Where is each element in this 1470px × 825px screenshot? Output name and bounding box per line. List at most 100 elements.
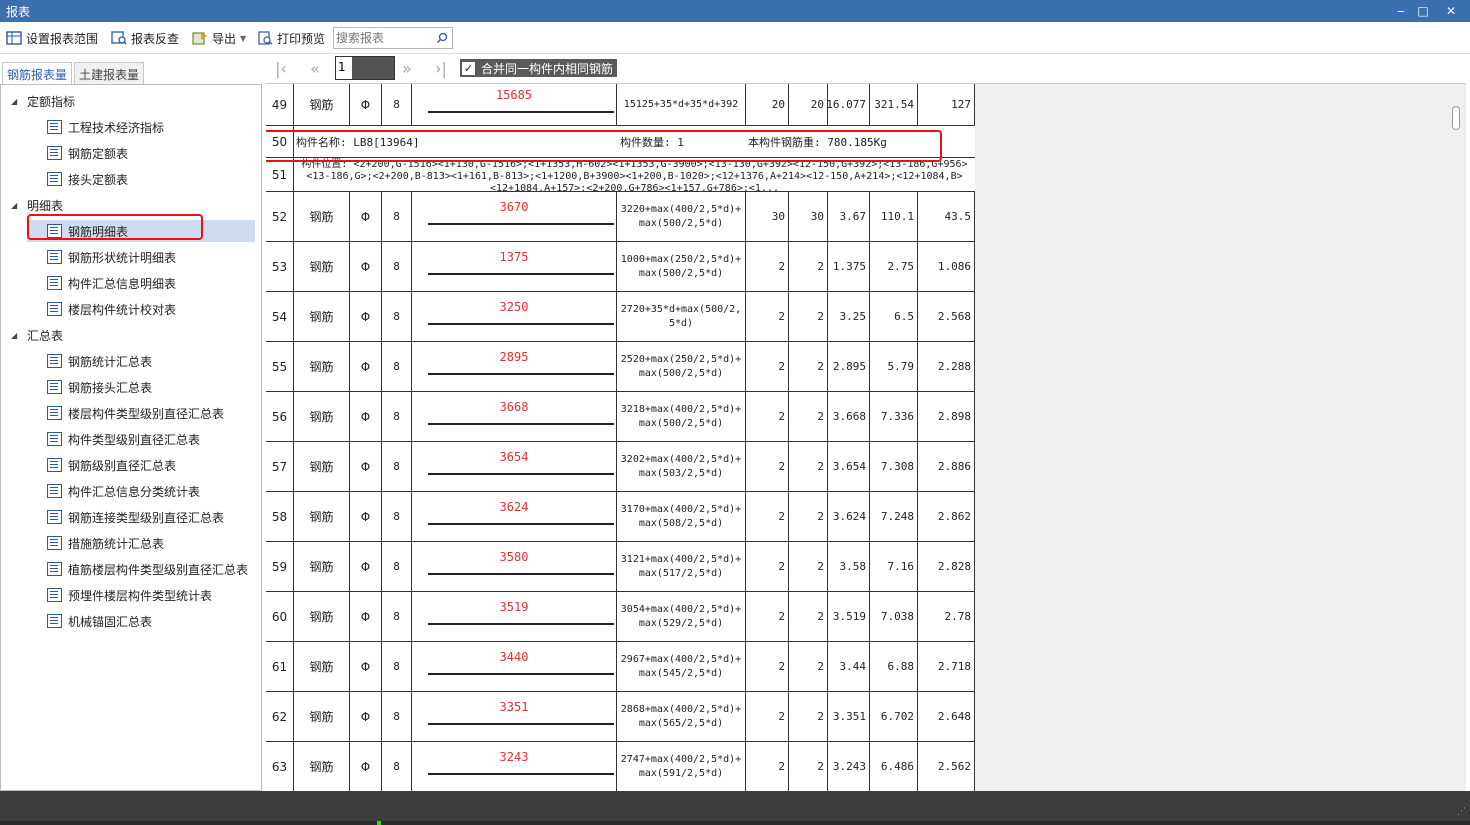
cell-dia: 8 bbox=[382, 492, 412, 541]
cell-w3: 127 bbox=[918, 84, 975, 125]
search-icon[interactable] bbox=[436, 31, 448, 45]
cell-dia: 8 bbox=[382, 392, 412, 441]
tree-item[interactable]: 钢筋定额表 bbox=[27, 142, 255, 164]
reverse-check-button[interactable]: 报表反查 bbox=[111, 29, 179, 47]
cell-w2: 7.248 bbox=[870, 492, 918, 541]
table-row: 50 构件名称: LB8[13964] 构件数量: 1 本构件钢筋重: 780.185… bbox=[266, 126, 975, 158]
vertical-scrollbar-thumb[interactable] bbox=[1452, 106, 1460, 130]
tree-item-label: 预埋件楼层构件类型统计表 bbox=[68, 588, 213, 603]
search-input[interactable] bbox=[336, 30, 432, 46]
tree-item[interactable]: 楼层构件统计校对表 bbox=[27, 298, 255, 320]
cell-w1: 3.243 bbox=[828, 742, 870, 791]
minimize-button[interactable]: ‒ bbox=[1390, 2, 1412, 20]
bar-length: 3243 bbox=[499, 750, 529, 764]
tree-item[interactable]: 工程技术经济指标 bbox=[27, 116, 255, 138]
bar-line bbox=[428, 423, 614, 425]
tree-item[interactable]: 构件汇总信息分类统计表 bbox=[27, 480, 255, 502]
first-page-icon[interactable]: |‹ bbox=[268, 58, 294, 80]
cell-w3: 2.562 bbox=[918, 742, 975, 791]
cell-w1: 3.668 bbox=[828, 392, 870, 441]
tab-rebar-report[interactable]: 钢筋报表量 bbox=[2, 62, 73, 84]
maximize-button[interactable]: □ bbox=[1412, 2, 1434, 20]
search-box[interactable] bbox=[333, 27, 453, 49]
cell-dia: 8 bbox=[382, 292, 412, 341]
row-index: 52 bbox=[266, 192, 294, 241]
tree-group-summary[interactable]: ◢ 汇总表 bbox=[11, 327, 63, 343]
report-icon bbox=[47, 614, 62, 628]
cell-w3: 1.086 bbox=[918, 242, 975, 291]
bar-shape-cell: 2895 bbox=[412, 342, 617, 391]
table-row: 60 钢筋 Φ 8 3519 3054+max(400/2,5*d)+ max(529/2… bbox=[266, 592, 975, 642]
page-number[interactable]: 1 bbox=[336, 57, 352, 79]
tab-civil-report[interactable]: 土建报表量 bbox=[74, 62, 145, 84]
checkmark-icon[interactable]: ✓ bbox=[462, 61, 475, 75]
bar-length: 15685 bbox=[495, 88, 533, 102]
bar-length: 3668 bbox=[499, 400, 529, 414]
cell-w3: 2.886 bbox=[918, 442, 975, 491]
prev-page-icon[interactable]: « bbox=[302, 58, 328, 80]
page-number-field[interactable]: 1 bbox=[335, 56, 395, 80]
set-range-label: 设置报表范围 bbox=[26, 31, 99, 46]
tree-item[interactable]: 构件汇总信息明细表 bbox=[27, 272, 255, 294]
report-icon bbox=[47, 484, 62, 498]
set-range-button[interactable]: 设置报表范围 bbox=[6, 29, 98, 47]
cell-c2: 2 bbox=[789, 692, 828, 741]
status-indicator bbox=[377, 821, 381, 825]
tree-item-selected[interactable]: 钢筋明细表 bbox=[27, 220, 255, 242]
cell-formula: 3202+max(400/2,5*d)+ max(503/2,5*d) bbox=[617, 442, 746, 491]
cell-formula: 3121+max(400/2,5*d)+ max(517/2,5*d) bbox=[617, 542, 746, 591]
print-preview-button[interactable]: 打印预览 bbox=[257, 29, 325, 47]
cell-w1: 1.375 bbox=[828, 242, 870, 291]
export-button[interactable]: 导出 ▼ bbox=[192, 29, 246, 47]
tree-item[interactable]: 机械锚固汇总表 bbox=[27, 610, 255, 632]
tree-item[interactable]: 钢筋级别直径汇总表 bbox=[27, 454, 255, 476]
cell-grade: Φ bbox=[350, 192, 382, 241]
cell-w1: 3.519 bbox=[828, 592, 870, 641]
bar-length: 2895 bbox=[499, 350, 529, 364]
row-index: 60 bbox=[266, 592, 294, 641]
tree-item[interactable]: 钢筋形状统计明细表 bbox=[27, 246, 255, 268]
bar-length: 3670 bbox=[499, 200, 529, 214]
cell-c1: 2 bbox=[746, 592, 789, 641]
bar-length: 1375 bbox=[499, 250, 529, 264]
merge-same-rebar-checkbox[interactable]: ✓ 合并同一构件内相同钢筋 bbox=[460, 59, 618, 77]
tree-group-quota[interactable]: ◢ 定额指标 bbox=[11, 93, 75, 109]
row-index: 59 bbox=[266, 542, 294, 591]
cell-c2: 2 bbox=[789, 592, 828, 641]
caret-down-icon: ◢ bbox=[11, 96, 18, 106]
cell-dia: 8 bbox=[382, 242, 412, 291]
bar-line bbox=[428, 773, 614, 775]
row-index: 62 bbox=[266, 692, 294, 741]
tree-item-label: 机械锚固汇总表 bbox=[68, 614, 153, 629]
cell-grade: Φ bbox=[350, 542, 382, 591]
table-row: 52 钢筋 Φ 8 3670 3220+max(400/2,5*d)+ max(500/2… bbox=[266, 192, 975, 242]
tree-item[interactable]: 构件类型级别直径汇总表 bbox=[27, 428, 255, 450]
tree-item-label: 钢筋明细表 bbox=[68, 224, 129, 239]
tree-item[interactable]: 楼层构件类型级别直径汇总表 bbox=[27, 402, 255, 424]
tree-item-label: 钢筋级别直径汇总表 bbox=[68, 458, 177, 473]
tree-item[interactable]: 钢筋连接类型级别直径汇总表 bbox=[27, 506, 255, 528]
tree-item[interactable]: 预埋件楼层构件类型统计表 bbox=[27, 584, 255, 606]
tree-item[interactable]: 植筋楼层构件类型级别直径汇总表 bbox=[27, 558, 255, 580]
cell-type: 钢筋 bbox=[294, 742, 350, 791]
report-icon bbox=[47, 510, 62, 524]
row-index: 61 bbox=[266, 642, 294, 691]
title-bar: 报表 ‒ □ ✕ bbox=[0, 0, 1470, 22]
report-icon bbox=[47, 536, 62, 550]
cell-grade: Φ bbox=[350, 442, 382, 491]
tree-item[interactable]: 接头定额表 bbox=[27, 168, 255, 190]
tree-group-detail[interactable]: ◢ 明细表 bbox=[11, 197, 63, 213]
next-page-icon[interactable]: » bbox=[394, 58, 420, 80]
report-icon bbox=[47, 406, 62, 420]
tree-item[interactable]: 钢筋统计汇总表 bbox=[27, 350, 255, 372]
last-page-icon[interactable]: ›| bbox=[428, 58, 454, 80]
tree-item[interactable]: 措施筋统计汇总表 bbox=[27, 532, 255, 554]
close-button[interactable]: ✕ bbox=[1440, 2, 1462, 20]
cell-w3: 2.862 bbox=[918, 492, 975, 541]
bar-shape-cell: 3654 bbox=[412, 442, 617, 491]
row-index: 49 bbox=[266, 84, 294, 125]
bar-line bbox=[428, 273, 614, 275]
tree-item[interactable]: 钢筋接头汇总表 bbox=[27, 376, 255, 398]
table-row: 53 钢筋 Φ 8 1375 1000+max(250/2,5*d)+ max(500/2… bbox=[266, 242, 975, 292]
resize-grip-icon[interactable]: ⋰ bbox=[1457, 807, 1466, 817]
